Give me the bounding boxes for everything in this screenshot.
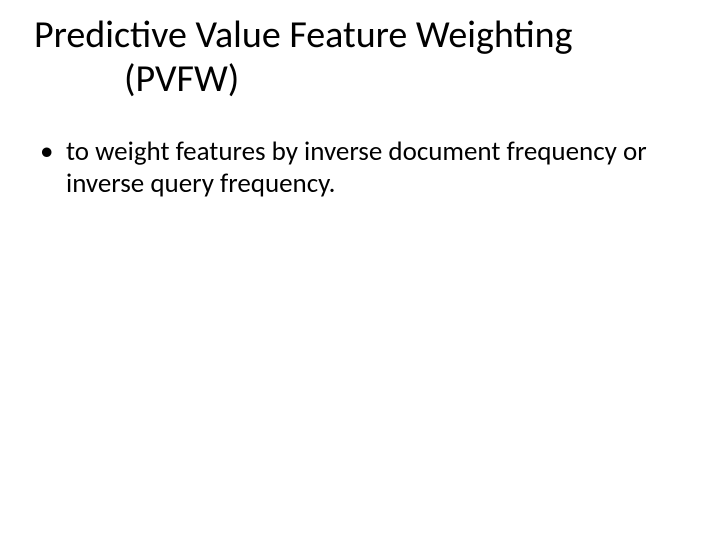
slide-body: to weight features by inverse document f… [38,136,658,201]
list-item: to weight features by inverse document f… [38,136,658,201]
bullet-text: to weight features by inverse document f… [66,135,647,200]
bullet-list: to weight features by inverse document f… [38,136,658,201]
title-line-1: Predictive Value Feature Weighting [34,14,674,58]
slide-title: Predictive Value Feature Weighting (PVFW… [34,14,674,101]
slide: Predictive Value Feature Weighting (PVFW… [0,0,720,540]
title-line-2: (PVFW) [34,58,674,102]
